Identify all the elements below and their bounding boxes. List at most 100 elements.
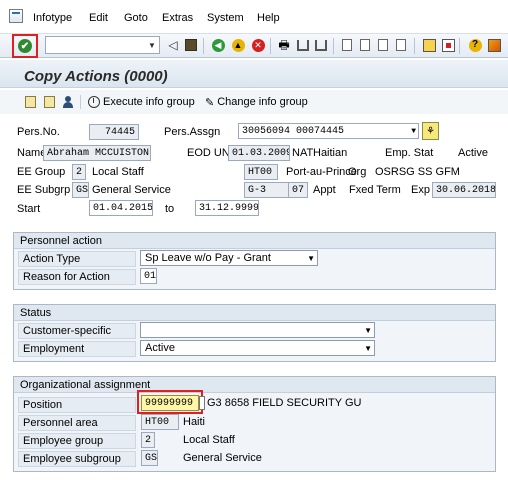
org-value: OSRSG SS GFM: [375, 166, 460, 178]
grade-field[interactable]: G-3: [244, 182, 289, 198]
hierarchy-icon[interactable]: ⚘: [422, 122, 439, 140]
checkmark-icon: ✔: [18, 39, 32, 53]
name-field[interactable]: Abraham MCCUISTON: [43, 145, 151, 161]
emp-stat-label: Emp. Stat: [385, 147, 434, 159]
employee-subgroup-code[interactable]: GS: [141, 450, 158, 466]
customer-specific-label: Customer-specific: [18, 323, 136, 339]
personnel-action-header: Personnel action: [14, 233, 495, 249]
eod-field[interactable]: 01.03.2009: [228, 145, 290, 161]
exit-yellow-icon[interactable]: ▲: [230, 37, 246, 53]
back-arrow-icon[interactable]: ◁: [165, 37, 181, 53]
change-info-group-label: Change info group: [217, 96, 308, 108]
title-bar: Copy Actions (0000): [0, 60, 508, 88]
chevron-down-icon: ▼: [364, 326, 372, 335]
location-text: Port-au-Prince: [286, 166, 357, 178]
ee-group-text: Local Staff: [92, 166, 144, 178]
pers-assgn-label: Pers.Assgn: [164, 126, 221, 138]
chevron-down-icon[interactable]: ▼: [145, 37, 159, 53]
save-icon[interactable]: [183, 37, 199, 53]
overview-icon[interactable]: [22, 94, 38, 110]
employment-dropdown[interactable]: Active ▼: [140, 340, 375, 356]
print-icon[interactable]: 🖶: [276, 37, 292, 53]
eod-label: EOD UN: [187, 147, 230, 159]
enter-button[interactable]: ✔: [12, 34, 38, 58]
pencil-icon: ✎: [205, 96, 215, 109]
name-label: Name: [17, 147, 47, 159]
menu-system[interactable]: System: [207, 12, 244, 24]
action-type-label: Action Type: [18, 251, 136, 267]
first-page-icon[interactable]: [339, 37, 355, 53]
end-date-field[interactable]: 31.12.9999: [195, 200, 259, 216]
menu-edit[interactable]: Edit: [89, 12, 108, 24]
cancel-red-icon[interactable]: ✕: [250, 37, 266, 53]
chevron-down-icon: ▼: [411, 127, 416, 136]
layout-menu-icon[interactable]: [486, 37, 502, 53]
back-green-icon[interactable]: ◀: [210, 37, 226, 53]
employment-value: Active: [145, 342, 175, 354]
employee-group-text: Local Staff: [183, 434, 235, 446]
execute-info-group-label: Execute info group: [103, 96, 195, 108]
change-info-group-button[interactable]: ✎ Change info group: [205, 94, 308, 110]
employee-subgroup-text: General Service: [183, 452, 262, 464]
help-icon[interactable]: ?: [467, 37, 483, 53]
status-header: Status: [14, 305, 495, 321]
menu-help[interactable]: Help: [257, 12, 280, 24]
pers-assgn-dropdown[interactable]: 30056094 00074445 ▼: [238, 123, 419, 139]
next-page-icon[interactable]: [375, 37, 391, 53]
nat-value: Haitian: [313, 147, 348, 159]
personnel-area-code[interactable]: HT00: [141, 414, 179, 430]
org-assignment-header: Organizational assignment: [14, 377, 495, 393]
last-page-icon[interactable]: [393, 37, 409, 53]
to-label: to: [165, 203, 175, 215]
search-help-icon[interactable]: [199, 396, 205, 410]
pers-assgn-value: 30056094 00074445: [242, 126, 345, 137]
nat-label: NAT: [292, 147, 314, 159]
command-field[interactable]: ▼: [45, 36, 160, 54]
personnel-area-label: Personnel area: [18, 415, 136, 431]
find-icon[interactable]: [295, 37, 311, 53]
ee-subgrp-text: General Service: [92, 184, 171, 196]
pers-no-field[interactable]: 74445: [89, 124, 139, 140]
application-toolbar: Execute info group ✎ Change info group: [0, 90, 508, 114]
position-label: Position: [18, 397, 136, 413]
menu-goto[interactable]: Goto: [124, 12, 148, 24]
position-text: G3 8658 FIELD SECURITY GU: [207, 397, 362, 409]
start-date-field[interactable]: 01.04.2015: [89, 200, 153, 216]
reason-field[interactable]: 01: [140, 268, 157, 284]
new-session-icon[interactable]: [421, 37, 437, 53]
position-field[interactable]: 99999999: [141, 395, 199, 411]
employee-subgroup-label: Employee subgroup: [18, 451, 136, 467]
employee-group-label: Employee group: [18, 433, 136, 449]
chevron-down-icon: ▼: [364, 344, 372, 353]
ee-subgrp-code[interactable]: GS: [72, 182, 89, 198]
appt-value: Fxed Term: [349, 184, 401, 196]
execute-info-group-button[interactable]: Execute info group: [88, 94, 195, 110]
ee-group-code[interactable]: 2: [72, 164, 86, 180]
list-icon[interactable]: [41, 94, 57, 110]
find-next-icon[interactable]: [313, 37, 329, 53]
menu-infotype[interactable]: Infotype: [33, 12, 72, 24]
action-type-value: Sp Leave w/o Pay - Grant: [145, 252, 271, 264]
appt-label: Appt: [313, 184, 336, 196]
menu-bar: Infotype Edit Goto Extras System Help: [0, 0, 508, 34]
previous-page-icon[interactable]: [357, 37, 373, 53]
menu-icon[interactable]: [9, 9, 23, 23]
shortcut-icon[interactable]: [440, 37, 456, 53]
menu-extras[interactable]: Extras: [162, 12, 193, 24]
reason-label: Reason for Action: [18, 269, 136, 285]
action-type-dropdown[interactable]: Sp Leave w/o Pay - Grant ▼: [140, 250, 318, 266]
execute-icon: [88, 96, 100, 108]
employee-group-code[interactable]: 2: [141, 432, 155, 448]
person-icon[interactable]: [60, 94, 76, 110]
exp-field[interactable]: 30.06.2018: [432, 182, 496, 198]
emp-stat-value: Active: [458, 147, 488, 159]
standard-toolbar: ✔ ▼ ◁ ◀ ▲ ✕ 🖶 ?: [0, 34, 508, 58]
step-field[interactable]: 07: [288, 182, 308, 198]
org-label: Org: [348, 166, 367, 178]
customer-specific-dropdown[interactable]: ▼: [140, 322, 375, 338]
ee-group-label: EE Group: [17, 166, 66, 178]
location-code[interactable]: HT00: [244, 164, 278, 180]
personnel-area-text: Haiti: [183, 416, 206, 428]
ee-subgrp-label: EE Subgrp: [17, 184, 71, 196]
page-title: Copy Actions (0000): [24, 68, 168, 85]
